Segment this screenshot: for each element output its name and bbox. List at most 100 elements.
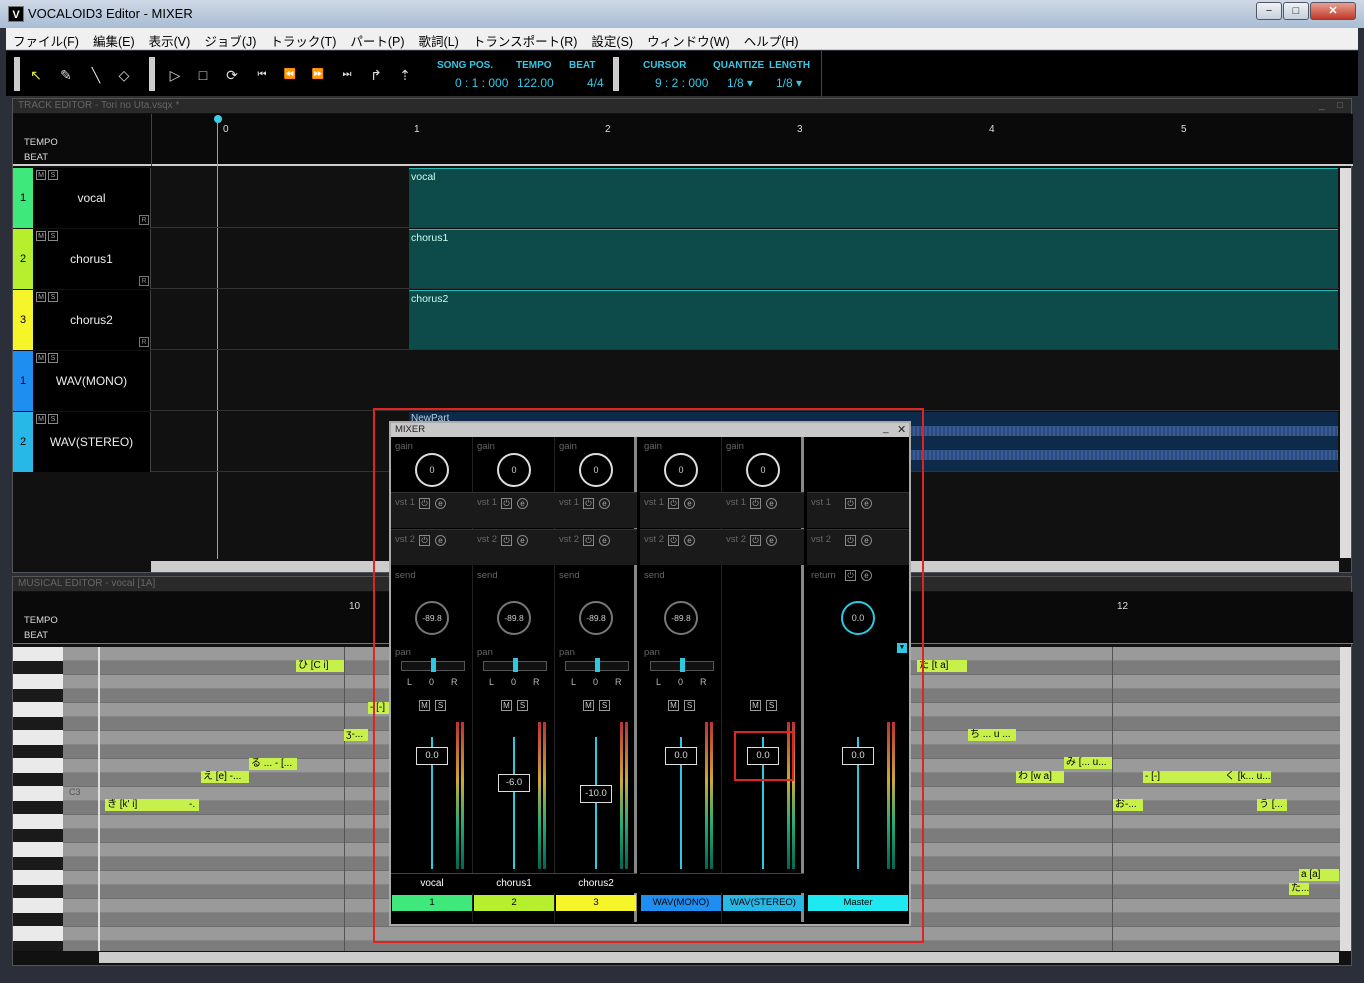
- solo-button[interactable]: S: [48, 353, 58, 363]
- rewind-icon[interactable]: ⏪: [280, 65, 300, 85]
- note[interactable]: わ [w a]: [1016, 771, 1064, 783]
- cursor-value: 9 : 2 : 000: [655, 76, 709, 90]
- solo-button[interactable]: S: [48, 231, 58, 241]
- render-button[interactable]: R: [139, 337, 149, 347]
- mute-button[interactable]: M: [36, 292, 46, 302]
- track-editor-title: TRACK EDITOR - Tori no Uta.vsqx *: [13, 99, 1351, 113]
- tempo-value[interactable]: 122.00: [517, 76, 554, 90]
- loop-start-line: [98, 647, 100, 951]
- mute-button[interactable]: M: [36, 414, 46, 424]
- note[interactable]: み [... u...: [1064, 757, 1112, 769]
- solo-button[interactable]: S: [48, 292, 58, 302]
- musical-horizontal-scrollbar[interactable]: [99, 952, 1339, 963]
- quantize-select[interactable]: 1/8 ▾: [727, 76, 753, 90]
- fast-forward-icon[interactable]: ⏩: [308, 65, 328, 85]
- panel-minimize-icon[interactable]: _: [1319, 100, 1325, 111]
- note[interactable]: る ... - [...: [249, 758, 297, 770]
- length-label: LENGTH: [769, 60, 811, 71]
- length-select[interactable]: 1/8 ▾: [776, 76, 802, 90]
- menu-part[interactable]: パート(P): [343, 28, 411, 53]
- solo-button[interactable]: S: [48, 414, 58, 424]
- note[interactable]: a [a]: [1299, 869, 1339, 881]
- toolbar-grip[interactable]: [613, 57, 619, 91]
- arrow-tool-icon[interactable]: ↖: [26, 65, 46, 85]
- track-part[interactable]: chorus2: [409, 290, 1338, 349]
- menu-file[interactable]: ファイル(F): [6, 28, 86, 53]
- note[interactable]: く [k... u...: [1223, 771, 1271, 783]
- note[interactable]: ち ... u ...: [968, 729, 1016, 741]
- solo-button[interactable]: S: [48, 170, 58, 180]
- note[interactable]: -.: [187, 799, 199, 811]
- track-number: 1: [13, 168, 33, 228]
- maximize-button[interactable]: □: [1283, 2, 1309, 20]
- menu-view[interactable]: 表示(V): [142, 28, 198, 53]
- track-part[interactable]: chorus1: [409, 229, 1338, 288]
- stop-icon[interactable]: □: [193, 65, 213, 85]
- track-row[interactable]: 1 WAV(MONO) M S: [13, 351, 1339, 411]
- quantize-label: QUANTIZE: [713, 60, 765, 71]
- track-vertical-scrollbar[interactable]: [1340, 168, 1351, 558]
- start-marker-icon[interactable]: ↱: [366, 65, 386, 85]
- menu-track[interactable]: トラック(T): [263, 28, 343, 53]
- track-part[interactable]: vocal: [409, 168, 1338, 227]
- note[interactable]: え [e] -...: [201, 771, 249, 783]
- mute-button[interactable]: M: [36, 231, 46, 241]
- tempo-label: TEMPO: [516, 60, 552, 71]
- loop-icon[interactable]: ⟳: [222, 65, 242, 85]
- playhead-handle[interactable]: [214, 115, 222, 123]
- track-number: 3: [13, 290, 33, 350]
- track-number: 1: [13, 351, 33, 411]
- toolbar-divider: [821, 51, 822, 97]
- menu-lyrics[interactable]: 歌詞(L): [412, 28, 466, 53]
- pencil-tool-icon[interactable]: ✎: [56, 65, 76, 85]
- track-row[interactable]: 3 chorus2 M S R chorus2: [13, 290, 1339, 350]
- go-end-icon[interactable]: ⏭: [337, 65, 357, 85]
- bar-line: [344, 647, 345, 951]
- menu-job[interactable]: ジョブ(J): [197, 28, 263, 53]
- note[interactable]: ʒ-...: [344, 729, 368, 741]
- minimize-button[interactable]: −: [1256, 2, 1282, 20]
- end-marker-icon[interactable]: ⇡: [395, 65, 415, 85]
- menu-help[interactable]: ヘルプ(H): [737, 28, 806, 53]
- menu-window[interactable]: ウィンドウ(W): [640, 28, 737, 53]
- go-start-icon[interactable]: ⏮: [252, 65, 272, 85]
- beat-value[interactable]: 4/4: [587, 76, 604, 90]
- beat-label: BEAT: [569, 60, 596, 71]
- mute-button[interactable]: M: [36, 170, 46, 180]
- toolbar-grip[interactable]: [14, 57, 20, 91]
- beat-row-label: BEAT: [24, 152, 49, 163]
- note[interactable]: う [...: [1257, 799, 1287, 811]
- panel-maximize-icon[interactable]: □: [1337, 100, 1343, 111]
- close-button[interactable]: ✕: [1310, 2, 1356, 20]
- musical-vertical-scrollbar[interactable]: [1340, 647, 1351, 951]
- track-number: 2: [13, 412, 33, 472]
- app-icon: V: [8, 6, 24, 22]
- mute-button[interactable]: M: [36, 353, 46, 363]
- note[interactable]: た...: [1289, 883, 1309, 895]
- render-button[interactable]: R: [139, 276, 149, 286]
- ruler-divider: [151, 114, 152, 166]
- ruler-bar-4: 4: [989, 124, 995, 135]
- tempo-row-label: TEMPO: [24, 615, 58, 626]
- menu-edit[interactable]: 編集(E): [86, 28, 142, 53]
- track-row[interactable]: 1 vocal M S R vocal: [13, 168, 1339, 228]
- menu-transport[interactable]: トランスポート(R): [466, 28, 585, 53]
- song-pos-value[interactable]: 0 : 1 : 000: [455, 76, 508, 90]
- track-ruler[interactable]: [13, 114, 1353, 166]
- track-row[interactable]: 2 chorus1 M S R chorus1: [13, 229, 1339, 289]
- play-icon[interactable]: ▷: [165, 65, 185, 85]
- note[interactable]: お-...: [1113, 799, 1143, 811]
- toolbar: ↖ ✎ ╲ ◇ ▷ □ ⟳ ⏮ ⏪ ⏩ ⏭ ↱ ⇡ SONG POS. 0 : …: [6, 51, 1358, 97]
- eraser-tool-icon[interactable]: ◇: [114, 65, 134, 85]
- piano-keyboard[interactable]: [13, 647, 63, 951]
- menu-settings[interactable]: 設定(S): [584, 28, 640, 53]
- note[interactable]: - [-]: [1143, 771, 1223, 783]
- ruler-bar-1: 1: [414, 124, 420, 135]
- note[interactable]: た [t a]: [917, 660, 967, 672]
- note[interactable]: き [k' i]: [105, 799, 187, 811]
- line-tool-icon[interactable]: ╲: [86, 65, 106, 85]
- toolbar-grip[interactable]: [149, 57, 155, 91]
- render-button[interactable]: R: [139, 215, 149, 225]
- note[interactable]: ひ [C i]: [296, 660, 344, 672]
- ruler-bar-5: 5: [1181, 124, 1187, 135]
